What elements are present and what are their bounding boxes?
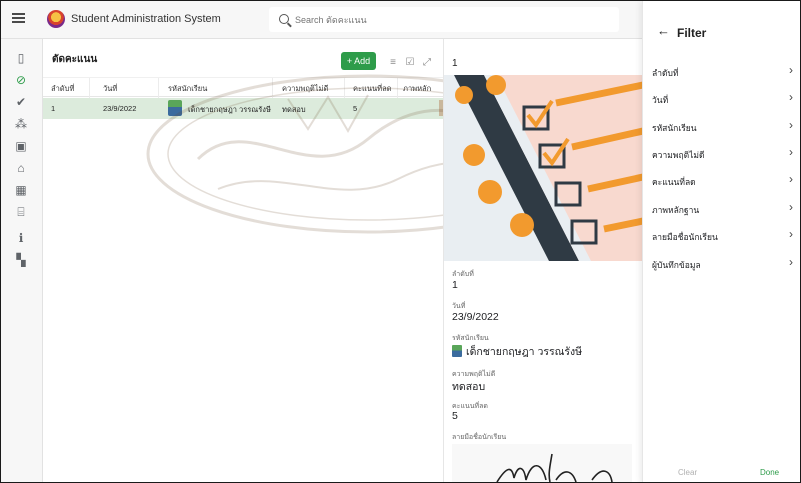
column-divider — [397, 78, 398, 98]
list-panel: ตัดคะแนน + Add ≡ ☑ ⤢ ลำดับที่ วันที่ รหั… — [43, 39, 590, 482]
chevron-right-icon: › — [789, 63, 793, 77]
search-box[interactable] — [269, 7, 619, 32]
filter-item-label: วันที่ — [652, 95, 669, 105]
column-divider — [344, 78, 345, 98]
select-checkbox-icon[interactable]: ☑ — [404, 56, 416, 68]
app-window: Student Administration System ▯ ⊘ ✔ ⁂ ▣ … — [0, 0, 801, 483]
column-divider — [158, 78, 159, 98]
column-header-student[interactable]: รหัสนักเรียน — [168, 83, 207, 95]
info-icon[interactable]: ℹ — [12, 229, 30, 247]
search-input[interactable] — [295, 11, 595, 28]
cell-behavior: ทดสอบ — [282, 105, 306, 114]
filter-item-behavior[interactable]: ความพฤติไม่ดี › — [643, 140, 800, 166]
people-icon[interactable]: ⁂ — [12, 115, 30, 133]
filter-item-label: คะแนนที่ลด — [652, 177, 696, 187]
column-header-behavior[interactable]: ความพฤติไม่ดี — [282, 83, 328, 95]
student-photo-small — [452, 345, 462, 357]
field-value-behavior: ทดสอบ — [452, 381, 486, 393]
cell-order: 1 — [51, 104, 56, 113]
clear-button[interactable]: Clear — [678, 468, 697, 477]
top-bar: Student Administration System — [1, 1, 642, 39]
filter-item-label: ลำดับที่ — [652, 68, 679, 78]
cell-student: เด็กชายกฤษฎา วรรณรังษี — [188, 105, 271, 114]
app-title: Student Administration System — [71, 13, 221, 25]
chevron-right-icon: › — [789, 145, 793, 159]
field-value-order: 1 — [452, 279, 458, 291]
filter-item-recorder[interactable]: ผู้บันทึกข้อมูล › — [643, 250, 800, 276]
field-value-date: 23/9/2022 — [452, 311, 499, 323]
done-button[interactable]: Done — [760, 468, 779, 477]
cell-points: 5 — [353, 104, 358, 113]
filter-item-label: ลายมือชื่อนักเรียน — [652, 232, 718, 242]
classroom-icon[interactable]: ▣ — [12, 137, 30, 155]
calendar-glyph: ▦ — [15, 183, 27, 197]
chevron-right-icon: › — [789, 227, 793, 241]
filter-title: Filter — [677, 26, 707, 40]
evidence-image — [444, 75, 642, 261]
filter-item-student-id[interactable]: รหัสนักเรียน › — [643, 113, 800, 139]
filter-item-label: รหัสนักเรียน — [652, 123, 697, 133]
filter-item-date[interactable]: วันที่ › — [643, 85, 800, 111]
bank-glyph: ⌸ — [17, 204, 25, 219]
filter-item-label: ความพฤติไม่ดี — [652, 150, 705, 160]
list-title: ตัดคะแนน — [52, 54, 98, 65]
filter-item-evidence[interactable]: ภาพหลักฐาน › — [643, 195, 800, 221]
home-glyph: ⌂ — [17, 161, 25, 175]
detail-header-number: 1 — [452, 58, 458, 69]
field-label-signature: ลายมือชื่อนักเรียน — [452, 434, 507, 441]
bank-icon[interactable]: ⌸ — [12, 203, 30, 221]
detail-panel: 1 ลำดับที่ 1 วันที่ 23/9/2022 รหัสนักเรี… — [443, 39, 642, 482]
field-value-student: เด็กชายกฤษฎา วรรณรังษี — [466, 346, 583, 358]
student-photo — [168, 100, 182, 116]
menu-icon[interactable] — [11, 11, 27, 27]
cell-date: 23/9/2022 — [103, 104, 137, 113]
grid-glyph: ▚ — [16, 253, 26, 267]
block-glyph: ⊘ — [15, 73, 27, 87]
field-value-points: 5 — [452, 410, 458, 422]
back-arrow-icon[interactable]: ← — [657, 24, 670, 38]
search-icon — [279, 14, 289, 24]
chevron-right-icon: › — [789, 200, 793, 214]
info-glyph: ℹ — [18, 231, 24, 245]
column-divider — [89, 78, 90, 98]
column-header-points[interactable]: คะแนนที่ลด — [353, 83, 392, 95]
nav-rail: ▯ ⊘ ✔ ⁂ ▣ ⌂ ▦ ⌸ ℹ ▚ — [1, 39, 43, 482]
chevron-right-icon: › — [789, 255, 793, 269]
filter-icon[interactable]: ≡ — [387, 56, 399, 68]
check-circle-glyph: ✔ — [15, 95, 27, 109]
column-header-evidence[interactable]: ภาพหลัก — [403, 83, 431, 95]
column-headers: ลำดับที่ วันที่ รหัสนักเรียน ความพฤติไม่… — [43, 77, 443, 98]
chevron-right-icon: › — [789, 172, 793, 186]
calendar-icon[interactable]: ▦ — [12, 181, 30, 199]
chevron-right-icon: › — [789, 118, 793, 132]
check-circle-icon[interactable]: ✔ — [12, 93, 30, 111]
address-book-glyph: ▯ — [17, 51, 25, 65]
column-header-order[interactable]: ลำดับที่ — [51, 83, 74, 95]
classroom-glyph: ▣ — [15, 139, 27, 153]
filter-item-label: ภาพหลักฐาน — [652, 205, 700, 215]
list-header: ตัดคะแนน + Add ≡ ☑ ⤢ — [43, 39, 443, 77]
app-logo — [47, 10, 65, 28]
column-header-date[interactable]: วันที่ — [103, 83, 117, 95]
filter-item-label: ผู้บันทึกข้อมูล — [652, 260, 701, 270]
grid-icon[interactable]: ▚ — [12, 251, 30, 269]
student-signature — [452, 444, 632, 482]
column-divider — [272, 78, 273, 98]
filter-item-points[interactable]: คะแนนที่ลด › — [643, 167, 800, 193]
home-icon[interactable]: ⌂ — [12, 159, 30, 177]
expand-icon[interactable]: ⤢ — [421, 56, 433, 68]
filter-panel: ← Filter ลำดับที่ › วันที่ › รหัสนักเรีย… — [642, 1, 800, 482]
filter-item-signature[interactable]: ลายมือชื่อนักเรียน › — [643, 222, 800, 248]
filter-item-order[interactable]: ลำดับที่ › — [643, 58, 800, 84]
add-button[interactable]: + Add — [341, 52, 376, 70]
block-icon[interactable]: ⊘ — [12, 71, 30, 89]
chevron-right-icon: › — [789, 90, 793, 104]
table-row[interactable]: 1 23/9/2022 เด็กชายกฤษฎา วรรณรังษี ทดสอบ… — [43, 98, 445, 119]
address-book-icon[interactable]: ▯ — [12, 49, 30, 67]
people-glyph: ⁂ — [15, 117, 27, 131]
